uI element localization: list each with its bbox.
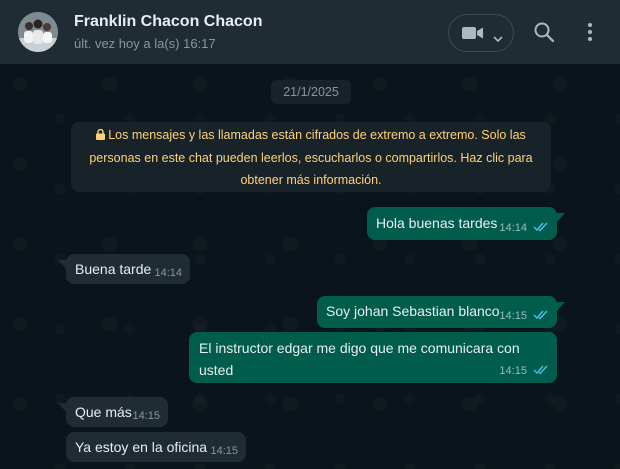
- message-bubble-outgoing[interactable]: Soy johan Sebastian blanco 14:15: [317, 296, 565, 328]
- message-text: El instructor edgar me digo que me comun…: [199, 340, 520, 378]
- video-call-button[interactable]: [448, 14, 514, 52]
- message-bubble-incoming[interactable]: Ya estoy en la oficina 14:15: [66, 432, 246, 462]
- message-meta: 14:14: [499, 221, 549, 236]
- encryption-notice-text: Los mensajes y las llamadas están cifrad…: [89, 128, 533, 187]
- message-time: 14:15: [132, 410, 160, 422]
- message-meta: 14:15: [132, 409, 160, 423]
- lock-icon: [96, 125, 106, 147]
- message-meta: 14:15: [499, 364, 549, 379]
- message-bubble-incoming[interactable]: Que más 14:15: [58, 397, 168, 427]
- search-icon[interactable]: [533, 21, 555, 48]
- double-check-icon: [533, 309, 549, 324]
- contact-avatar[interactable]: [18, 12, 58, 52]
- message-time: 14:15: [499, 310, 527, 322]
- message-bubble-outgoing[interactable]: El instructor edgar me digo que me comun…: [189, 332, 557, 383]
- message-bubble-incoming[interactable]: Buena tarde 14:14: [58, 254, 190, 284]
- chevron-down-icon: [493, 30, 503, 48]
- message-meta: 14:14: [154, 266, 182, 280]
- double-check-icon: [533, 221, 549, 236]
- message-time: 14:14: [499, 222, 527, 234]
- message-time: 14:15: [499, 365, 527, 377]
- bubble-tail: [557, 296, 565, 318]
- message-bubble-outgoing[interactable]: Hola buenas tardes 14:14: [367, 207, 565, 240]
- video-camera-icon: [462, 26, 484, 45]
- encryption-notice[interactable]: Los mensajes y las llamadas están cifrad…: [71, 122, 551, 192]
- message-meta: 14:15: [210, 444, 238, 458]
- last-seen-status: últ. vez hoy a la(s) 16:17: [74, 36, 216, 51]
- date-chip: 21/1/2025: [271, 80, 351, 104]
- chat-panel[interactable]: 21/1/2025 Los mensajes y las llamadas es…: [0, 64, 620, 469]
- message-time: 14:14: [154, 267, 182, 279]
- double-check-icon: [533, 364, 549, 379]
- chat-header: Franklin Chacon Chacon últ. vez hoy a la…: [0, 0, 620, 64]
- contact-name[interactable]: Franklin Chacon Chacon: [74, 13, 262, 31]
- bubble-tail: [557, 207, 565, 229]
- bubble-tail: [58, 254, 66, 276]
- kebab-menu-icon[interactable]: [587, 21, 593, 48]
- bubble-tail: [58, 397, 66, 419]
- message-meta: 14:15: [499, 309, 549, 324]
- message-time: 14:15: [210, 445, 238, 457]
